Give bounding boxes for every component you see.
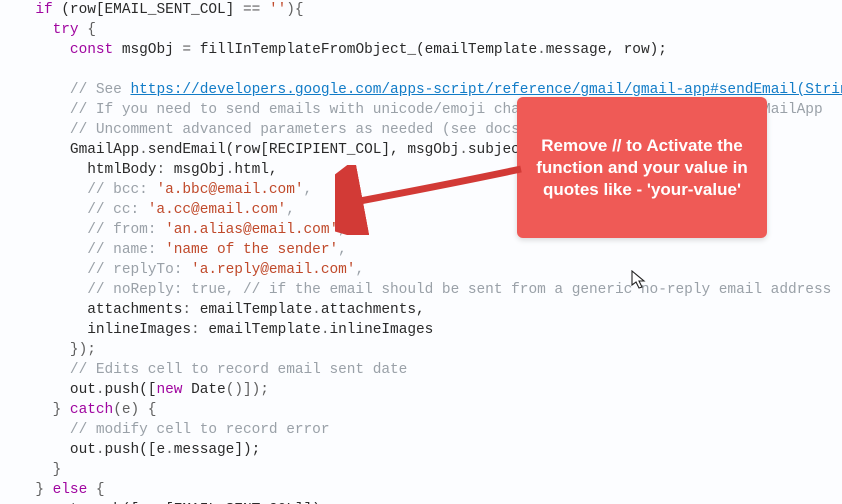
- kw-new: new: [156, 382, 182, 398]
- kw-const: const: [70, 42, 113, 58]
- comment: // modify cell to record error: [70, 422, 330, 438]
- commented-cc: // cc:: [87, 202, 148, 218]
- doc-link[interactable]: https://developers.google.com/apps-scrip…: [130, 82, 842, 98]
- commented-bcc: // bcc:: [87, 182, 156, 198]
- code-block: if (row[EMAIL_SENT_COL] == ''){ try { co…: [0, 0, 842, 504]
- callout-text: Remove // to Activate the function and y…: [531, 135, 753, 201]
- gmailapp: GmailApp: [70, 142, 139, 158]
- commented-replyto: // replyTo:: [87, 262, 191, 278]
- commented-noreply: // noReply: true, // if the email should…: [87, 282, 842, 298]
- comment: // Uncomment advanced parameters as need…: [70, 122, 520, 138]
- kw-if: if: [35, 2, 52, 18]
- commented-name: // name:: [87, 242, 165, 258]
- comment: // See: [70, 82, 131, 98]
- commented-from: // from:: [87, 222, 165, 238]
- kw-try: try: [53, 22, 79, 38]
- comment: // Edits cell to record email sent date: [70, 362, 407, 378]
- kw-else: else: [53, 482, 88, 498]
- annotation-callout: Remove // to Activate the function and y…: [517, 97, 767, 238]
- kw-catch: catch: [70, 402, 113, 418]
